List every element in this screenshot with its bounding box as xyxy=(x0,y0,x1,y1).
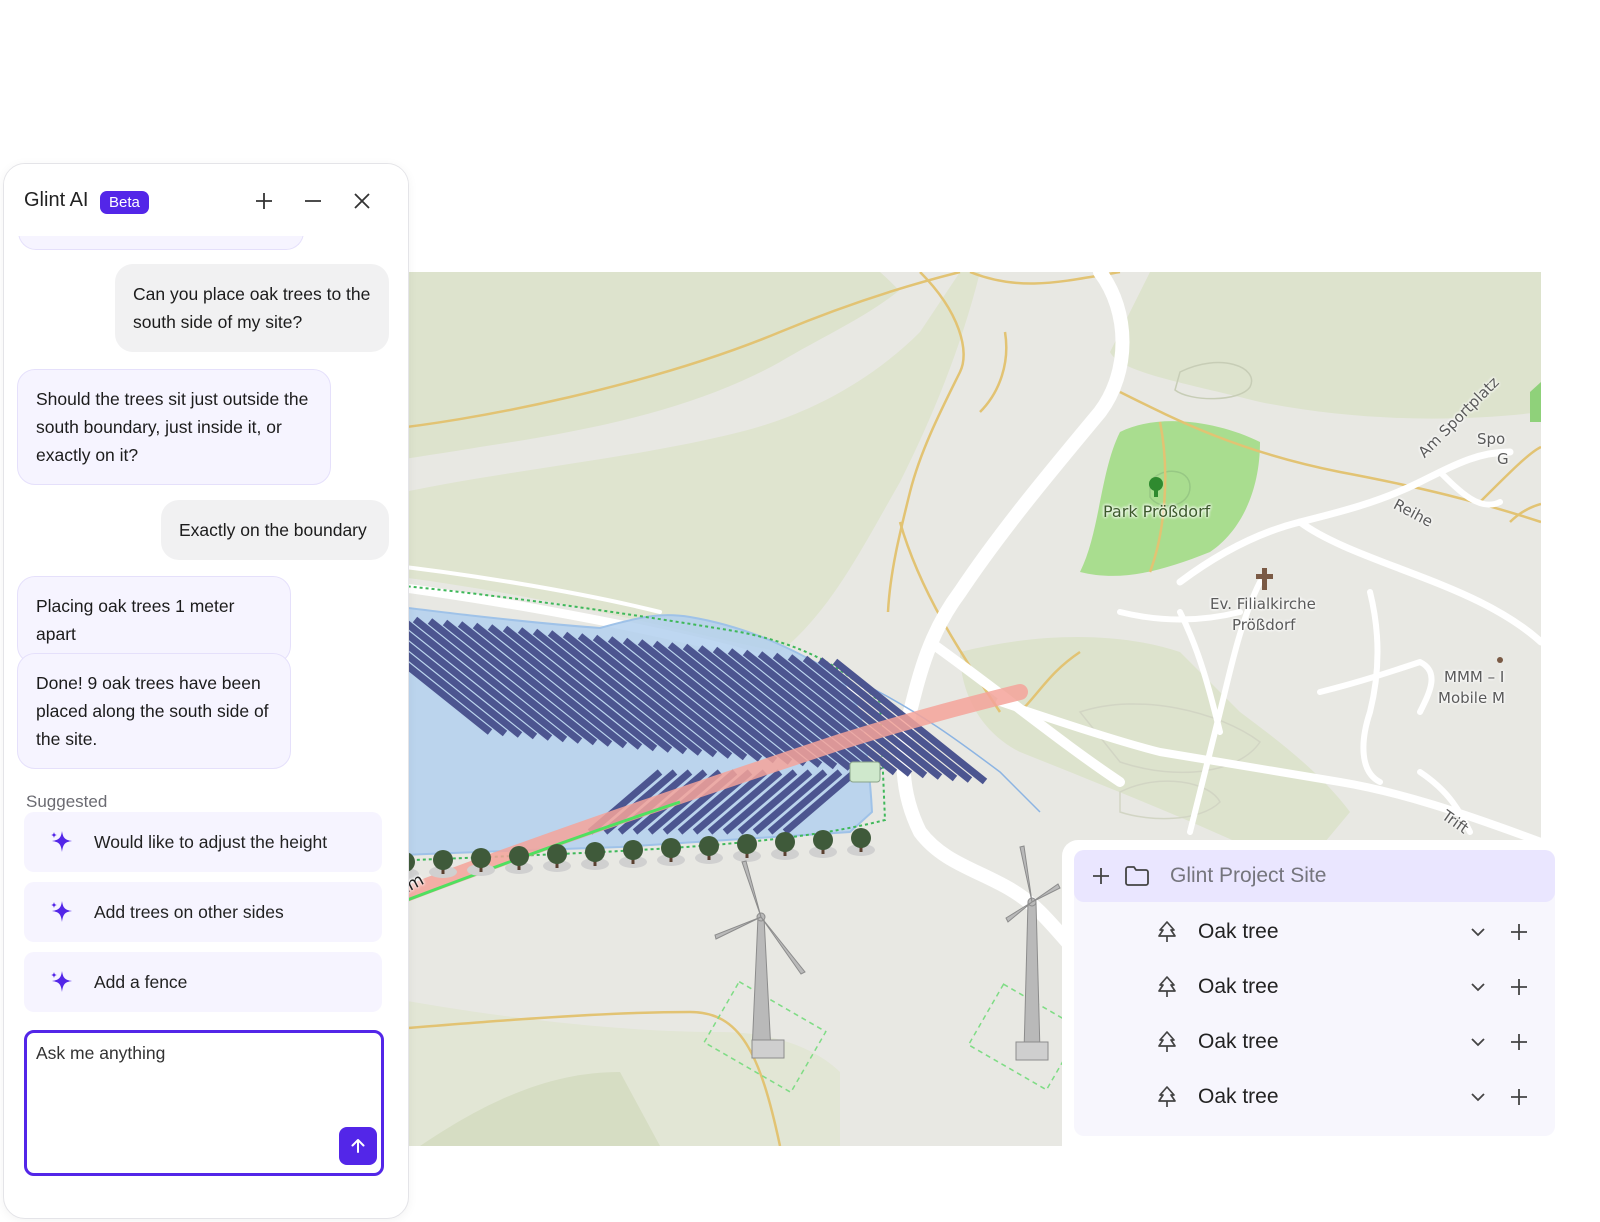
plus-icon[interactable] xyxy=(1090,865,1112,887)
suggestion-label: Add a fence xyxy=(94,971,188,992)
tree-icon xyxy=(1158,1085,1176,1107)
sparkle-icon xyxy=(51,901,72,922)
plus-icon[interactable] xyxy=(1508,1086,1530,1108)
sparkle-icon xyxy=(51,831,72,852)
suggestion-label: Add trees on other sides xyxy=(94,901,284,922)
suggested-label: Suggested xyxy=(26,792,108,811)
arrow-up-icon xyxy=(351,1139,365,1153)
tree-item-oak-tree[interactable]: Oak tree xyxy=(1074,904,1555,959)
poi-label-g: G xyxy=(1497,450,1509,468)
tree-item-label: Oak tree xyxy=(1198,1084,1279,1108)
chevron-down-icon[interactable] xyxy=(1468,1087,1488,1107)
sparkle-icon xyxy=(51,971,72,992)
plus-icon xyxy=(256,193,272,209)
plus-icon[interactable] xyxy=(1508,921,1530,943)
user-message: Can you place oak trees to the south sid… xyxy=(115,264,389,352)
tree-item-label: Oak tree xyxy=(1198,1029,1279,1053)
tree-icon xyxy=(1158,920,1176,942)
plus-icon[interactable] xyxy=(1508,976,1530,998)
suggestion-label: Would like to adjust the height xyxy=(94,831,328,852)
beta-badge: Beta xyxy=(100,191,149,214)
layer-tree: Glint Project Site Oak tree Oak tree Oak… xyxy=(1074,850,1555,1136)
chevron-down-icon[interactable] xyxy=(1468,977,1488,997)
chevron-down-icon[interactable] xyxy=(1468,922,1488,942)
chat-header: Glint AI Beta xyxy=(4,164,408,236)
chat-title: Glint AI xyxy=(24,189,89,211)
poi-label-mobile: Mobile M xyxy=(1438,689,1505,707)
tree-icon xyxy=(1158,1030,1176,1052)
suggestion-add-fence[interactable]: Add a fence xyxy=(24,952,382,1012)
chat-input-box xyxy=(24,1030,384,1176)
plus-icon[interactable] xyxy=(1508,1031,1530,1053)
chat-panel: Glint AI Beta Can you place oak trees to… xyxy=(3,163,409,1219)
new-chat-button[interactable] xyxy=(249,186,279,216)
close-button[interactable] xyxy=(347,186,377,216)
tree-item-label: Oak tree xyxy=(1198,919,1279,943)
tree-item-oak-tree[interactable]: Oak tree xyxy=(1074,1014,1555,1069)
poi-label-spo: Spo xyxy=(1477,430,1506,448)
church-label-line2: Prößdorf xyxy=(1232,616,1296,634)
park-label: Park Prößdorf xyxy=(1103,502,1211,521)
send-button[interactable] xyxy=(339,1127,377,1165)
poi-label-mmm: MMM – I xyxy=(1444,668,1505,686)
tree-item-oak-tree[interactable]: Oak tree xyxy=(1074,1069,1555,1124)
folder-icon xyxy=(1125,866,1149,886)
assistant-message: Done! 9 oak trees have been placed along… xyxy=(17,653,291,769)
user-message: Exactly on the boundary xyxy=(161,500,389,560)
minimize-button[interactable] xyxy=(298,186,328,216)
suggestion-add-trees[interactable]: Add trees on other sides xyxy=(24,882,382,942)
layer-tree-panel: Glint Project Site Oak tree Oak tree Oak… xyxy=(1062,840,1600,1152)
tree-item-label: Oak tree xyxy=(1198,974,1279,998)
assistant-message: Placing oak trees 1 meter apart xyxy=(17,576,291,664)
tree-root-project-site[interactable]: Glint Project Site xyxy=(1074,850,1555,902)
suggestion-adjust-height[interactable]: Would like to adjust the height xyxy=(24,812,382,872)
chevron-down-icon[interactable] xyxy=(1468,1032,1488,1052)
assistant-message: Should the trees sit just outside the so… xyxy=(17,369,331,485)
tree-icon xyxy=(1158,975,1176,997)
close-icon xyxy=(354,193,370,209)
chat-input[interactable] xyxy=(36,1043,366,1123)
church-label-line1: Ev. Filialkirche xyxy=(1210,595,1316,613)
minus-icon xyxy=(305,200,321,202)
tree-root-label: Glint Project Site xyxy=(1170,864,1327,887)
tree-item-oak-tree[interactable]: Oak tree xyxy=(1074,959,1555,1014)
